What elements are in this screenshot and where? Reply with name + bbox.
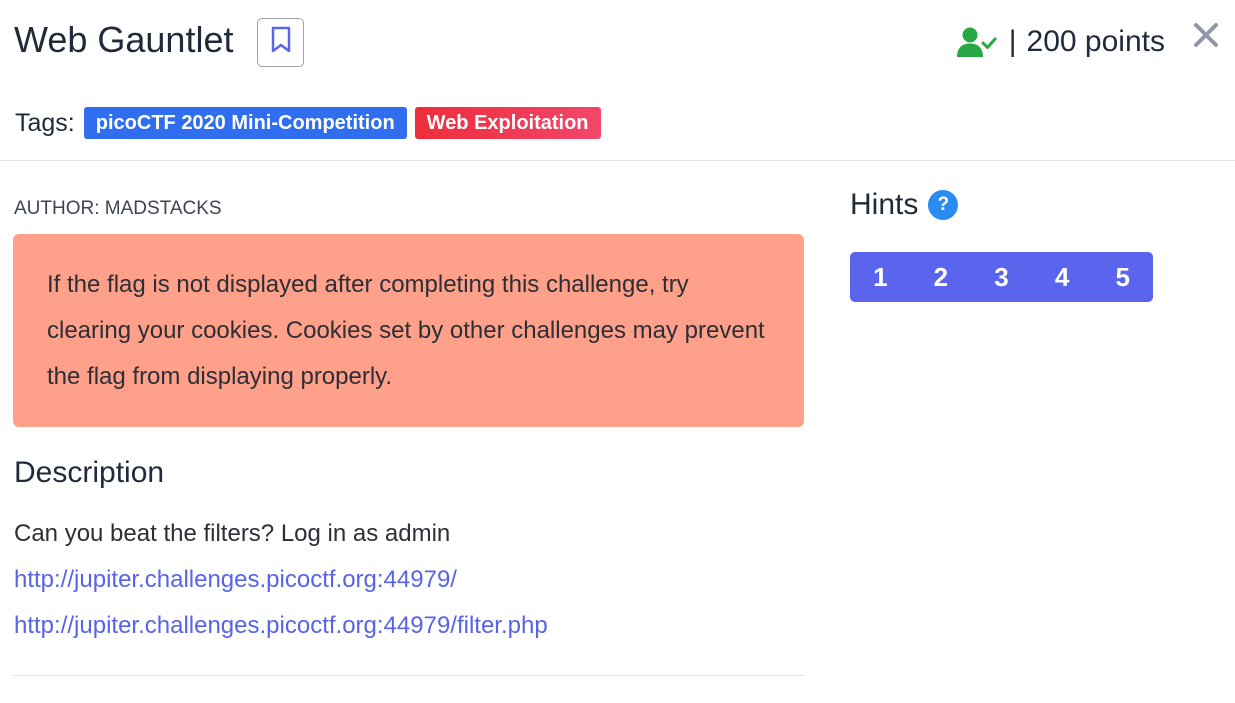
points-separator: | [1008,25,1017,58]
user-check-icon [956,26,997,58]
tag-badge-competition[interactable]: picoCTF 2020 Mini-Competition [83,107,407,139]
header-divider [0,160,1235,161]
author-label: AUTHOR: MADSTACKS [14,198,222,219]
filter-link[interactable]: http://jupiter.challenges.picoctf.org:44… [14,612,548,640]
hint-button-4[interactable]: 4 [1032,252,1093,302]
close-button[interactable] [1193,22,1219,48]
hint-button-3[interactable]: 3 [971,252,1032,302]
hint-button-1[interactable]: 1 [850,252,911,302]
tags-label: Tags: [15,108,75,137]
points-display: | 200 points [956,20,1165,64]
bookmark-icon [270,26,292,59]
bookmark-button[interactable] [257,18,304,67]
content-divider [13,675,804,676]
tags-row: Tags: picoCTF 2020 Mini-Competition Web … [15,106,609,140]
description-text: Can you beat the filters? Log in as admi… [14,520,451,547]
points-value: 200 points [1026,25,1165,58]
question-circle-icon[interactable]: ? [928,190,959,220]
hint-button-2[interactable]: 2 [911,252,972,302]
page-title: Web Gauntlet [14,19,234,60]
tag-badge-web-exploitation[interactable]: Web Exploitation [414,107,601,139]
challenge-link[interactable]: http://jupiter.challenges.picoctf.org:44… [14,566,457,594]
hints-heading-row: Hints ? [850,188,959,222]
hint-button-group: 1 2 3 4 5 [850,252,1153,302]
close-icon [1193,23,1219,52]
hints-heading: Hints [850,188,919,221]
description-heading: Description [14,456,165,489]
hint-button-5[interactable]: 5 [1092,252,1153,302]
cookie-warning-alert: If the flag is not displayed after compl… [13,234,804,427]
